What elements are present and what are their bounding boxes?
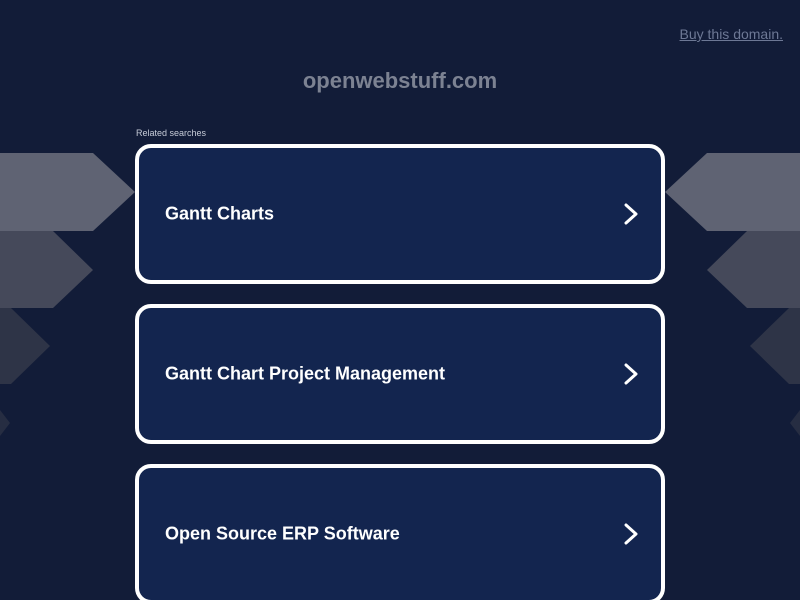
page: Buy this domain. openwebstuff.com Relate… bbox=[0, 0, 800, 600]
chevron-right-icon bbox=[624, 203, 638, 225]
chevron-right-icon bbox=[624, 523, 638, 545]
right-chevron-shape bbox=[750, 308, 800, 384]
left-chevron-shape bbox=[0, 153, 135, 231]
left-chevron-shape bbox=[0, 308, 50, 384]
related-search-label: Open Source ERP Software bbox=[165, 523, 400, 544]
left-chevron-shape bbox=[0, 231, 93, 308]
right-chevron-shape bbox=[665, 153, 800, 231]
domain-title: openwebstuff.com bbox=[302, 68, 498, 93]
chevron-right-icon bbox=[624, 363, 638, 385]
related-search-item[interactable]: Gantt Chart Project Management bbox=[135, 304, 665, 444]
right-chevron-shape bbox=[707, 231, 800, 308]
related-search-list: Gantt Charts Gantt Chart Project Managem… bbox=[135, 144, 665, 600]
related-search-item[interactable]: Open Source ERP Software bbox=[135, 464, 665, 600]
buy-domain-link[interactable]: Buy this domain. bbox=[680, 26, 784, 42]
related-search-label: Gantt Charts bbox=[165, 203, 275, 224]
left-chevron-shape bbox=[0, 410, 10, 436]
related-search-item[interactable]: Gantt Charts bbox=[135, 144, 665, 284]
related-search-label: Gantt Chart Project Management bbox=[165, 363, 446, 384]
related-searches-label: Related searches bbox=[136, 128, 207, 138]
right-chevron-shape bbox=[790, 410, 800, 436]
